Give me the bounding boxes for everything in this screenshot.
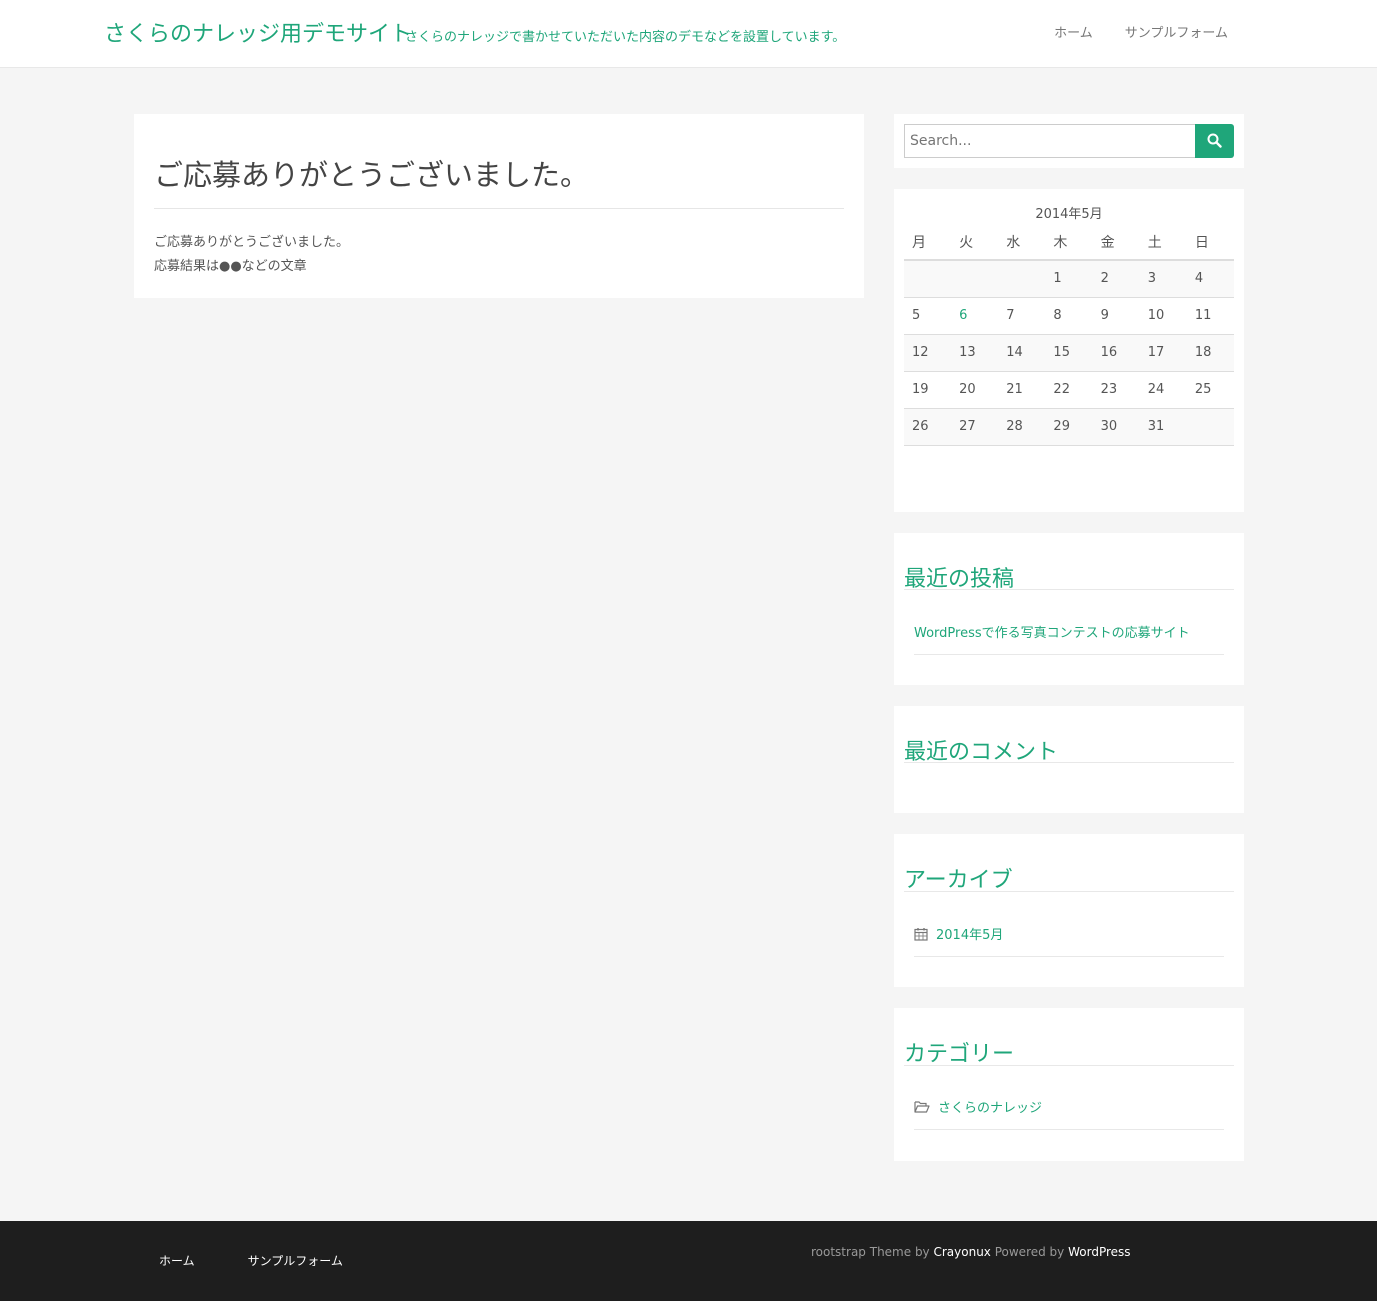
- calendar-day: 19: [904, 371, 952, 409]
- calendar-day: 24: [1139, 371, 1187, 409]
- item-divider: [914, 654, 1224, 655]
- search-icon: [1207, 133, 1222, 148]
- archive-item[interactable]: 2014年5月: [914, 924, 1003, 943]
- widget-divider: [904, 1065, 1234, 1066]
- calendar-day: 16: [1092, 334, 1140, 372]
- calendar-day: 5: [904, 297, 952, 335]
- category-item-label: さくらのナレッジ: [938, 1101, 1043, 1116]
- calendar-day: 20: [951, 371, 999, 409]
- calendar-day: 7: [998, 297, 1046, 335]
- category-item[interactable]: さくらのナレッジ: [914, 1097, 1042, 1116]
- site-description: さくらのナレッジで書かせていただいた内容のデモなどを設置しています。: [405, 30, 846, 45]
- recent-post-link[interactable]: WordPressで作る写真コンテストの応募サイト: [914, 622, 1190, 641]
- calendar-caption: 2014年5月: [1035, 207, 1103, 222]
- calendar-icon: [914, 927, 928, 941]
- calendar-day: 15: [1045, 334, 1093, 372]
- main-article: ご応募ありがとうございました。 ご応募ありがとうございました。 応募結果は●●な…: [134, 114, 864, 298]
- widget-divider: [904, 762, 1234, 763]
- calendar-day: 14: [998, 334, 1046, 372]
- item-divider: [914, 956, 1224, 957]
- calendar-day: 1: [1045, 260, 1093, 298]
- content-line: ご応募ありがとうございました。: [154, 235, 350, 250]
- footer-nav: ホーム サンプルフォーム: [159, 1252, 343, 1269]
- title-divider: [154, 208, 844, 209]
- theme-author-link[interactable]: Crayonux: [933, 1245, 990, 1259]
- calendar-weekday: 木: [1045, 225, 1093, 261]
- search-input[interactable]: [904, 124, 1195, 158]
- item-divider: [914, 1129, 1224, 1130]
- content-line: 応募結果は●●などの文章: [154, 259, 307, 274]
- calendar-day: [1186, 408, 1234, 446]
- calendar-day: 12: [904, 334, 952, 372]
- calendar-day: 17: [1139, 334, 1187, 372]
- wordpress-link[interactable]: WordPress: [1068, 1245, 1130, 1259]
- calendar-week-row: 26 27 28 29 30 31: [904, 408, 1234, 446]
- calendar-day: 27: [951, 408, 999, 446]
- site-title[interactable]: さくらのナレッジ用デモサイト: [104, 16, 412, 48]
- recent-comments-widget: 最近のコメント: [894, 706, 1244, 813]
- calendar-weekday: 金: [1092, 225, 1140, 261]
- calendar-week-row: 12 13 14 15 16 17 18: [904, 334, 1234, 372]
- page-title: ご応募ありがとうございました。: [154, 158, 590, 192]
- footer-credit: rootstrap Theme by Crayonux Powered by W…: [811, 1245, 1131, 1259]
- calendar-week-row: 5 6 7 8 9 10 11: [904, 297, 1234, 335]
- search-widget: [894, 114, 1244, 168]
- page-content: ご応募ありがとうございました。 応募結果は●●などの文章: [154, 231, 349, 279]
- calendar-day: [998, 260, 1046, 298]
- calendar-weekday: 水: [998, 225, 1046, 261]
- calendar-day: 4: [1186, 260, 1234, 298]
- calendar-day: 2: [1092, 260, 1140, 298]
- folder-open-icon: [914, 1100, 930, 1113]
- footer-nav-sample-form[interactable]: サンプルフォーム: [248, 1252, 343, 1269]
- recent-posts-widget: 最近の投稿 WordPressで作る写真コンテストの応募サイト: [894, 533, 1244, 685]
- categories-widget: カテゴリー さくらのナレッジ: [894, 1008, 1244, 1161]
- widget-title: カテゴリー: [904, 1042, 1015, 1067]
- nav-item-sample-form[interactable]: サンプルフォーム: [1125, 22, 1228, 41]
- calendar-day: [951, 260, 999, 298]
- nav-item-home[interactable]: ホーム: [1054, 22, 1093, 41]
- calendar-weekday: 日: [1186, 225, 1234, 261]
- calendar-day: 10: [1139, 297, 1187, 335]
- widget-title: アーカイブ: [904, 868, 1013, 893]
- calendar-day: 8: [1045, 297, 1093, 335]
- calendar-day: 26: [904, 408, 952, 446]
- calendar-week-row: 1234: [904, 260, 1234, 298]
- calendar-day-link[interactable]: 6: [951, 297, 999, 335]
- calendar-day: 11: [1186, 297, 1234, 335]
- calendar-day: 22: [1045, 371, 1093, 409]
- widget-divider: [904, 589, 1234, 590]
- calendar-day: 23: [1092, 371, 1140, 409]
- main-nav: ホーム サンプルフォーム: [1054, 22, 1228, 41]
- search-button[interactable]: [1195, 124, 1234, 158]
- calendar-day: 25: [1186, 371, 1234, 409]
- calendar-weekday: 月: [904, 225, 952, 261]
- calendar-day: 28: [998, 408, 1046, 446]
- archives-widget: アーカイブ 2014年5月: [894, 834, 1244, 987]
- site-footer: ホーム サンプルフォーム rootstrap Theme by Crayonux…: [0, 1221, 1377, 1301]
- calendar-week-row: 19 20 21 22 23 24 25: [904, 371, 1234, 409]
- credit-middle: Powered by: [990, 1245, 1069, 1259]
- calendar-day: 21: [998, 371, 1046, 409]
- calendar-day: 30: [1092, 408, 1140, 446]
- calendar-weekday: 土: [1139, 225, 1187, 261]
- calendar-table: 月火水木金土日 1 2 3 4 5 6 7 8 9 10 11 12 13 14 15 16 17 18 19 20 2…: [904, 225, 1234, 446]
- calendar-day: 29: [1045, 408, 1093, 446]
- calendar-day: 9: [1092, 297, 1140, 335]
- calendar-day: 13: [951, 334, 999, 372]
- calendar-weekday: 火: [951, 225, 999, 261]
- calendar-day: 31: [1139, 408, 1187, 446]
- credit-prefix: rootstrap Theme by: [811, 1245, 934, 1259]
- widget-divider: [904, 891, 1234, 892]
- calendar-day: 18: [1186, 334, 1234, 372]
- site-header: さくらのナレッジ用デモサイト さくらのナレッジで書かせていただいた内容のデモなど…: [0, 0, 1377, 68]
- calendar-widget: 2014年5月 月火水木金土日 1 2 3 4 5 6 7 8 9 10 11 12 13 14 15 16 1…: [894, 189, 1244, 512]
- footer-nav-home[interactable]: ホーム: [159, 1252, 195, 1269]
- archive-item-label: 2014年5月: [936, 928, 1004, 943]
- calendar-day: [904, 260, 952, 298]
- calendar-day: 3: [1139, 260, 1187, 298]
